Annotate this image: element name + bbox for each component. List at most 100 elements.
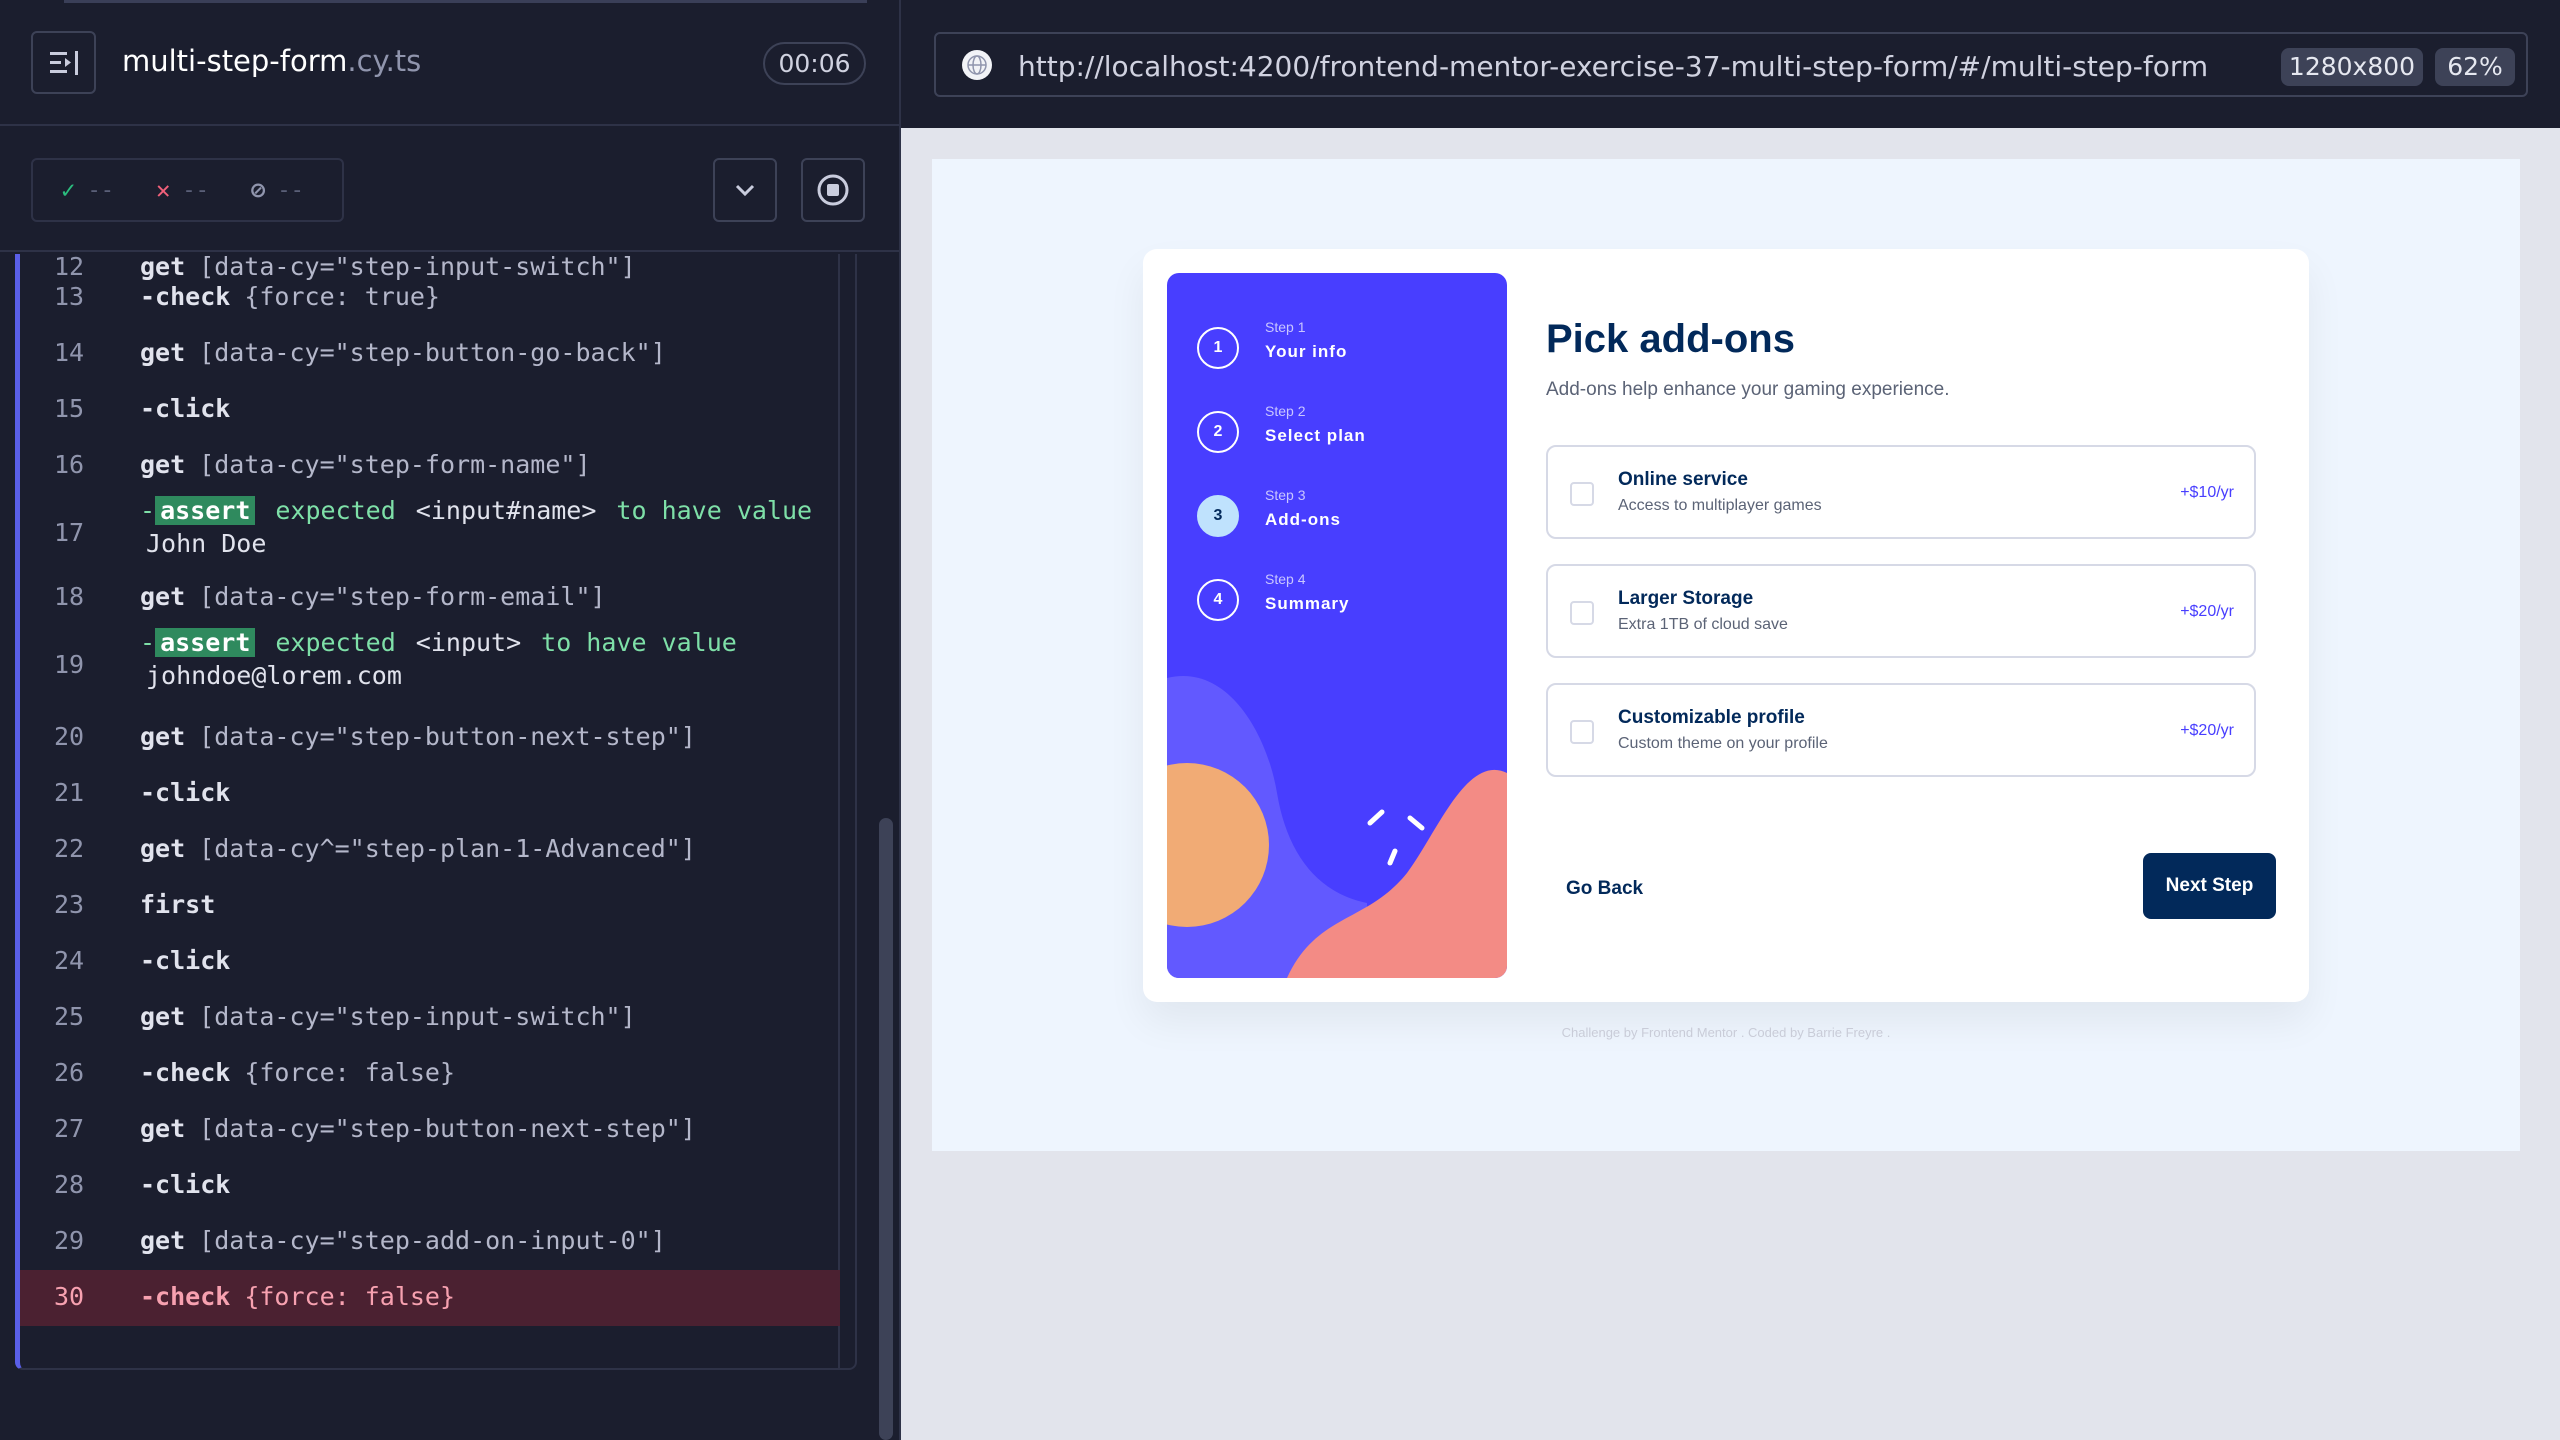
command-row[interactable]: 16 get [data-cy="step-form-name"] — [20, 438, 840, 494]
addon-price: +$20/yr — [2180, 722, 2234, 739]
spec-filename: multi-step-form — [122, 44, 348, 78]
command-message: [data-cy="step-button-next-step"] — [199, 1114, 696, 1143]
page-subtitle: Add-ons help enhance your gaming experie… — [1546, 379, 1950, 400]
cross-icon: ✕ — [155, 176, 171, 204]
command-line-number: 29 — [54, 1226, 85, 1255]
command-row[interactable]: 25 get [data-cy="step-input-switch"] — [20, 990, 840, 1046]
page-title: Pick add-ons — [1546, 317, 1795, 361]
command-body: get [data-cy^="step-plan-1-Advanced"] — [140, 834, 696, 863]
step-number-circle: 1 — [1197, 327, 1239, 369]
command-line-number: 26 — [54, 1058, 85, 1087]
command-body: -check {force: true} — [140, 282, 440, 311]
url-text: http://localhost:4200/frontend-mentor-ex… — [1018, 50, 2209, 83]
command-row[interactable]: 27 get [data-cy="step-button-next-step"] — [20, 1102, 840, 1158]
addon-option[interactable]: Larger Storage Extra 1TB of cloud save +$2… — [1546, 564, 2256, 658]
command-body: get [data-cy="step-form-email"] — [140, 582, 606, 611]
url-bar[interactable]: http://localhost:4200/frontend-mentor-ex… — [934, 32, 2528, 97]
command-name: get — [140, 1002, 186, 1031]
addon-checkbox[interactable] — [1570, 482, 1594, 506]
command-message: [data-cy="step-form-name"] — [199, 450, 591, 479]
step-item: 1 Step 1 Your info — [1197, 319, 1497, 379]
addon-checkbox[interactable] — [1570, 601, 1594, 625]
run-timer: 00:06 — [763, 42, 866, 85]
panel-divider[interactable] — [899, 0, 901, 1440]
stats-summary: ✓ -- ✕ -- ⊘ -- — [31, 158, 344, 222]
command-message: [data-cy="step-button-go-back"] — [199, 338, 666, 367]
spec-header: multi-step-form.cy.ts 00:06 — [0, 0, 899, 126]
next-step-button[interactable]: Next Step — [2143, 853, 2276, 919]
command-list-inner: 12 get [data-cy="step-input-switch"] 13 -che… — [20, 254, 840, 1368]
app-preview-frame: 1 Step 1 Your info 2 Step 2 Select plan 3 Step … — [932, 159, 2520, 1151]
step-label: Step 1 — [1265, 319, 1306, 335]
assert-badge: assert — [155, 496, 256, 525]
command-row[interactable]: 20 get [data-cy="step-button-next-step"] — [20, 710, 840, 766]
command-body: get [data-cy="step-button-next-step"] — [140, 1114, 696, 1143]
check-icon: ✓ — [61, 176, 76, 204]
command-name: -check — [140, 1058, 231, 1087]
command-body: get [data-cy="step-input-switch"] — [140, 1002, 636, 1031]
command-row[interactable]: 13 -check {force: true} — [20, 270, 840, 326]
spec-title: multi-step-form.cy.ts — [122, 44, 421, 78]
command-row[interactable]: 18 get [data-cy="step-form-email"] — [20, 570, 840, 626]
command-row[interactable]: 23 first — [20, 878, 840, 934]
sidebar-background-art — [1167, 675, 1507, 978]
failed-count: ✕ -- — [156, 176, 209, 204]
command-name: -click — [140, 394, 231, 423]
command-row[interactable]: 24 -click — [20, 934, 840, 990]
form-card: 1 Step 1 Your info 2 Step 2 Select plan 3 Step … — [1143, 249, 2309, 1002]
command-line-number: 14 — [54, 338, 85, 367]
addon-description: Extra 1TB of cloud save — [1618, 616, 1788, 633]
command-name: get — [140, 450, 186, 479]
command-line-number: 30 — [54, 1282, 85, 1311]
options-dropdown-button[interactable] — [713, 158, 777, 222]
zoom-level-badge: 62% — [2435, 48, 2515, 86]
command-line-number: 17 — [54, 518, 85, 547]
step-label: Step 4 — [1265, 571, 1306, 587]
step-title: Summary — [1265, 594, 1350, 613]
command-name: -check — [140, 282, 231, 311]
addon-price: +$20/yr — [2180, 603, 2234, 620]
command-body: get [data-cy="step-form-name"] — [140, 450, 591, 479]
command-body: -click — [140, 946, 230, 975]
command-row[interactable]: 19 - assert expected <input> to have value joh… — [20, 626, 840, 702]
command-body: get [data-cy="step-button-next-step"] — [140, 722, 696, 751]
command-row[interactable]: 30 -check {force: false} — [20, 1270, 840, 1326]
addon-description: Custom theme on your profile — [1618, 735, 1828, 752]
failed-value: -- — [182, 177, 209, 203]
command-line-number: 22 — [54, 834, 85, 863]
command-row[interactable]: 28 -click — [20, 1158, 840, 1214]
sidebar-toggle-button[interactable] — [31, 31, 96, 94]
command-row[interactable]: 22 get [data-cy^="step-plan-1-Advanced"] — [20, 822, 840, 878]
command-body: - assert expected <input#name> to have value… — [140, 496, 812, 558]
spec-extension: .cy.ts — [347, 44, 422, 78]
command-row[interactable]: 21 -click — [20, 766, 840, 822]
form-main: Pick add-ons Add-ons help enhance your g… — [1546, 249, 2286, 1002]
addon-option[interactable]: Customizable profile Custom theme on your… — [1546, 683, 2256, 777]
command-row[interactable]: 14 get [data-cy="step-button-go-back"] — [20, 326, 840, 382]
command-row[interactable]: 15 -click — [20, 382, 840, 438]
assert-line: - assert expected <input> to have value — [140, 628, 737, 657]
command-message: [data-cy="step-add-on-input-0"] — [199, 1226, 666, 1255]
command-message: [data-cy^="step-plan-1-Advanced"] — [199, 834, 696, 863]
skipped-value: -- — [277, 177, 304, 203]
command-row[interactable]: 26 -check {force: false} — [20, 1046, 840, 1102]
go-back-button[interactable]: Go Back — [1566, 878, 1643, 900]
command-body: - assert expected <input> to have value johnd… — [140, 628, 737, 690]
command-name: -click — [140, 778, 231, 807]
step-number-circle: 2 — [1197, 411, 1239, 453]
command-name: get — [140, 1114, 186, 1143]
scrollbar-thumb[interactable] — [879, 818, 893, 1440]
addon-name: Larger Storage — [1618, 588, 1754, 609]
command-line-number: 28 — [54, 1170, 85, 1199]
addon-checkbox[interactable] — [1570, 720, 1594, 744]
command-message: {force: false} — [244, 1058, 456, 1087]
addon-description: Access to multiplayer games — [1618, 497, 1822, 514]
command-row[interactable]: 29 get [data-cy="step-add-on-input-0"] — [20, 1214, 840, 1270]
addon-option[interactable]: Online service Access to multiplayer game… — [1546, 445, 2256, 539]
stop-button[interactable] — [801, 158, 865, 222]
step-title: Add-ons — [1265, 510, 1341, 529]
viewport-size-badge[interactable]: 1280x800 — [2281, 48, 2423, 86]
command-line-number: 19 — [54, 650, 85, 679]
command-row[interactable]: 17 - assert expected <input#name> to have val… — [20, 494, 840, 570]
attribution: Challenge by Frontend Mentor . Coded by … — [1561, 1025, 1891, 1040]
